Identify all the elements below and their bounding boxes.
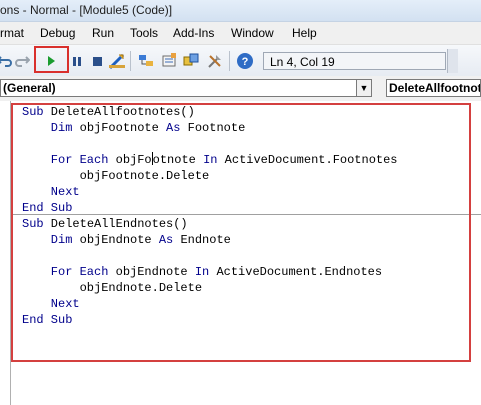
toolbar-separator (130, 51, 131, 71)
object-dropdown[interactable]: (General) (0, 79, 357, 97)
object-browser-icon[interactable] (182, 52, 200, 70)
code-line: Dim objFootnote As Footnote (22, 121, 246, 135)
undo-icon[interactable] (0, 52, 14, 70)
code-line: Next (22, 297, 80, 311)
help-icon[interactable]: ? (236, 52, 254, 70)
toolbar-options-handle[interactable] (447, 49, 458, 73)
standard-toolbar: ? Ln 4, Col 19 (0, 44, 481, 78)
properties-icon[interactable] (160, 52, 178, 70)
title-bar: ons - Normal - [Module5 (Code)] (0, 0, 481, 22)
menu-tools[interactable]: Tools (130, 26, 158, 40)
code-line: Next (22, 185, 80, 199)
code-line: Dim objEndnote As Endnote (22, 233, 231, 247)
menu-run[interactable]: Run (92, 26, 114, 40)
code-line: For Each objFootnote In ActiveDocument.F… (22, 152, 398, 167)
toolbar-separator (229, 51, 230, 71)
run-button-highlight (34, 46, 69, 73)
project-explorer-icon[interactable] (137, 52, 155, 70)
code-line: End Sub (22, 313, 73, 327)
menu-add-ins[interactable]: Add-Ins (173, 26, 214, 40)
procedure-dropdown[interactable]: DeleteAllfootnotes (386, 79, 481, 97)
chevron-down-icon[interactable]: ▼ (356, 79, 372, 97)
menu-help[interactable]: Help (292, 26, 317, 40)
menu-format[interactable]: rmat (0, 26, 24, 40)
break-icon[interactable] (68, 52, 86, 70)
code-line: Sub DeleteAllEndnotes() (22, 217, 188, 231)
redo-icon[interactable] (13, 52, 31, 70)
menu-bar: rmat Debug Run Tools Add-Ins Window Help (0, 22, 481, 44)
window-title: ons - Normal - [Module5 (Code)] (0, 3, 173, 17)
code-line: objEndnote.Delete (22, 281, 203, 295)
code-text[interactable]: Sub DeleteAllfootnotes() Dim objFootnote… (22, 104, 398, 328)
svg-text:?: ? (242, 56, 249, 68)
menu-window[interactable]: Window (231, 26, 274, 40)
code-line: End Sub (22, 201, 73, 215)
code-line: For Each objEndnote In ActiveDocument.En… (22, 265, 383, 279)
code-line: objFootnote.Delete (22, 169, 210, 183)
cursor-position-status: Ln 4, Col 19 (263, 52, 446, 70)
toolbox-icon[interactable] (206, 52, 224, 70)
reset-icon[interactable] (88, 52, 106, 70)
menu-debug[interactable]: Debug (40, 26, 75, 40)
design-mode-icon[interactable] (108, 52, 126, 70)
code-window-header: (General) ▼ DeleteAllfootnotes (0, 76, 481, 102)
code-line: Sub DeleteAllfootnotes() (22, 105, 195, 119)
